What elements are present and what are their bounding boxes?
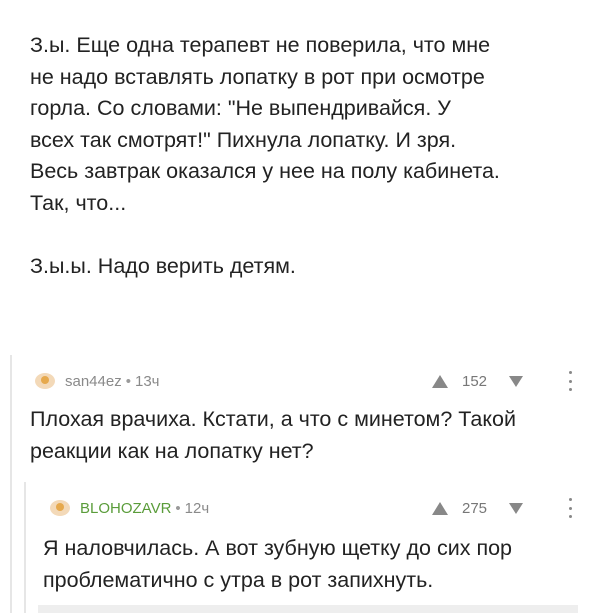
meta-separator: • <box>175 499 181 517</box>
comment-line: Я наловчилась. А вот зубную щетку до сих… <box>43 536 513 560</box>
comment-line: Плохая врачиха. Кстати, а что с минетом?… <box>30 407 517 431</box>
more-icon[interactable] <box>568 498 572 518</box>
comment-rating: 275 <box>432 495 524 521</box>
downvote-icon[interactable] <box>509 502 524 514</box>
comment-rating: 152 <box>432 368 524 394</box>
upvote-icon[interactable] <box>432 374 448 388</box>
more-icon[interactable] <box>568 371 572 391</box>
comment-body: Я наловчилась. А вот зубную щетку до сих… <box>43 533 595 596</box>
post-line: всех так смотрят!" Пихнула лопатку. И зр… <box>30 127 457 152</box>
post-line: Весь завтрак оказался у нее на полу каби… <box>30 159 500 183</box>
rating-value: 152 <box>462 372 488 390</box>
thread-line[interactable] <box>10 355 12 613</box>
downvote-icon[interactable] <box>509 375 524 387</box>
comment-time: 13ч <box>134 372 160 390</box>
post-body: З.ы. Еще одна терапевт не поверила, что … <box>30 30 590 282</box>
post-line: З.ы.ы. Надо верить детям. <box>30 253 296 278</box>
comment-header: BLOHOZAVR • 12ч <box>50 495 209 521</box>
post-line: горла. Со словами: "Не выпендривайся. У <box>30 96 451 120</box>
avatar[interactable] <box>35 373 55 389</box>
comment-author[interactable]: BLOHOZAVR <box>80 500 171 517</box>
comment-author[interactable]: san44ez <box>65 373 122 390</box>
comment-header: san44ez • 13ч <box>35 368 159 394</box>
comment-line: реакции как на лопатку нет? <box>30 438 314 463</box>
post-line: Так, что... <box>30 190 127 215</box>
meta-separator: • <box>125 372 131 390</box>
post-line: не надо вставлять лопатку в рот при осмо… <box>30 64 485 89</box>
avatar[interactable] <box>50 500 70 516</box>
comment-line: проблематично с утра в рот запихнуть. <box>43 567 434 592</box>
rating-value: 275 <box>462 499 488 517</box>
post-line: З.ы. Еще одна терапевт не поверила, что … <box>30 33 491 57</box>
upvote-icon[interactable] <box>432 501 448 515</box>
thread-line[interactable] <box>24 482 26 613</box>
comment-time: 12ч <box>184 499 210 517</box>
next-comment-bar <box>38 605 578 613</box>
comment-body: Плохая врачиха. Кстати, а что с минетом?… <box>30 404 595 467</box>
